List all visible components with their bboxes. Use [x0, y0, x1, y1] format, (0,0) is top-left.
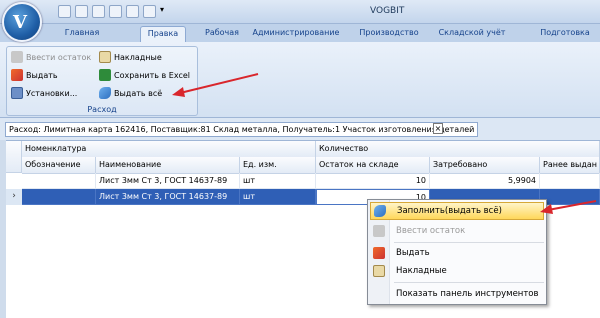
app-logo-button[interactable]: V	[2, 2, 42, 42]
menu-item-enter-balance-label: Ввести остаток	[396, 226, 466, 236]
menu-item-show-toolbar-label: Показать панель инструментов	[396, 289, 539, 299]
current-row-indicator: ›	[6, 189, 22, 205]
context-menu: Заполнить(выдать всё) Ввести остаток Выд…	[367, 199, 547, 305]
paste-icon[interactable]	[143, 5, 156, 18]
quick-access-toolbar: ▾	[58, 5, 168, 18]
close-filter-icon[interactable]: ×	[433, 123, 443, 134]
settings-button[interactable]: Установки...	[11, 87, 77, 99]
ribbon: Ввести остаток Выдать Установки... Накла…	[0, 42, 600, 118]
menu-item-fill-all[interactable]: Заполнить(выдать всё)	[370, 202, 544, 220]
tab-production[interactable]: Производство	[352, 26, 426, 42]
exit-icon[interactable]	[92, 5, 105, 18]
cell-designation[interactable]	[22, 173, 96, 189]
cell-designation[interactable]	[22, 189, 96, 205]
ribbon-tabs: Главная Правка Рабочая Администрирование…	[0, 24, 600, 42]
table-icon	[11, 51, 23, 63]
menu-item-show-toolbar[interactable]: Показать панель инструментов	[370, 285, 544, 303]
enter-balance-button[interactable]: Ввести остаток	[11, 51, 91, 63]
vogbit-logo-icon: V	[13, 12, 27, 33]
tab-edit[interactable]: Правка	[140, 26, 186, 42]
blank-icon	[373, 288, 385, 300]
cell-unit[interactable]: шт	[240, 173, 316, 189]
row-header-corner	[6, 141, 22, 173]
filter-bar: Расход: Лимитная карта 162416, Поставщик…	[0, 118, 600, 140]
menu-item-enter-balance[interactable]: Ввести остаток	[370, 222, 544, 240]
issue-all-icon	[99, 87, 111, 99]
tab-administration[interactable]: Администрирование	[248, 26, 344, 42]
column-header-previously-issued[interactable]: Ранее выдан	[540, 157, 600, 174]
title-bar: ▾ VOGBIT	[0, 0, 600, 24]
issue-all-icon	[374, 205, 386, 217]
cell-previously-issued[interactable]	[540, 173, 600, 189]
column-header-unit[interactable]: Ед. изм.	[240, 157, 316, 174]
column-header-requested[interactable]: Затребовано	[430, 157, 540, 174]
table-row[interactable]: Лист 3мм Ст 3, ГОСТ 14637-89 шт 10 5,990…	[6, 173, 600, 189]
invoices-label: Накладные	[114, 52, 162, 62]
menu-item-invoices[interactable]: Накладные	[370, 262, 544, 280]
redo-icon[interactable]	[75, 5, 88, 18]
filter-text: Расход: Лимитная карта 162416, Поставщик…	[5, 122, 479, 137]
menu-separator	[394, 282, 544, 283]
table-icon	[373, 225, 385, 237]
issue-label: Выдать	[26, 70, 58, 80]
save-excel-label: Сохранить в Excel	[114, 70, 190, 80]
column-header-designation[interactable]: Обозначение	[22, 157, 96, 174]
save-excel-button[interactable]: Сохранить в Excel	[99, 69, 190, 81]
excel-icon	[99, 69, 111, 81]
issue-all-button[interactable]: Выдать всё	[99, 87, 162, 99]
cell-stock[interactable]: 10	[316, 173, 430, 189]
issue-icon	[373, 247, 385, 259]
column-header-stock[interactable]: Остаток на складе	[316, 157, 430, 174]
menu-item-issue-label: Выдать	[396, 248, 430, 258]
cut-icon[interactable]	[109, 5, 122, 18]
settings-icon	[11, 87, 23, 99]
issue-button[interactable]: Выдать	[11, 69, 58, 81]
issue-icon	[11, 69, 23, 81]
issue-all-label: Выдать всё	[114, 88, 163, 98]
window-title: VOGBIT	[370, 6, 405, 16]
tab-preparation[interactable]: Подготовка	[530, 26, 600, 42]
cell-unit[interactable]: шт	[240, 189, 316, 205]
ribbon-group-consumption: Ввести остаток Выдать Установки... Накла…	[6, 46, 198, 116]
document-icon	[373, 265, 385, 277]
tab-warehouse[interactable]: Складской учёт	[430, 26, 514, 42]
column-header-name[interactable]: Наименование	[96, 157, 240, 174]
enter-balance-label: Ввести остаток	[26, 52, 92, 62]
menu-item-invoices-label: Накладные	[396, 266, 447, 276]
row-indicator	[6, 173, 22, 189]
menu-item-issue[interactable]: Выдать	[370, 244, 544, 262]
settings-label: Установки...	[26, 88, 78, 98]
cell-previously-issued[interactable]	[540, 189, 600, 205]
document-icon	[99, 51, 111, 63]
tab-workspace[interactable]: Рабочая	[196, 26, 248, 42]
cell-name[interactable]: Лист 3мм Ст 3, ГОСТ 14637-89	[96, 173, 240, 189]
cell-requested[interactable]: 5,9904	[430, 173, 540, 189]
group-header-quantity: Количество	[316, 141, 600, 158]
invoices-button[interactable]: Накладные	[99, 51, 162, 63]
customize-qat-icon[interactable]: ▾	[160, 5, 168, 18]
menu-item-fill-all-label: Заполнить(выдать всё)	[397, 206, 502, 216]
tab-main[interactable]: Главная	[56, 26, 108, 42]
group-header-nomenclature: Номенклатура	[22, 141, 316, 158]
group-label: Расход	[87, 105, 117, 114]
copy-icon[interactable]	[126, 5, 139, 18]
undo-icon[interactable]	[58, 5, 71, 18]
menu-separator	[394, 242, 544, 243]
cell-name[interactable]: Лист 3мм Ст 3, ГОСТ 14637-89	[96, 189, 240, 205]
